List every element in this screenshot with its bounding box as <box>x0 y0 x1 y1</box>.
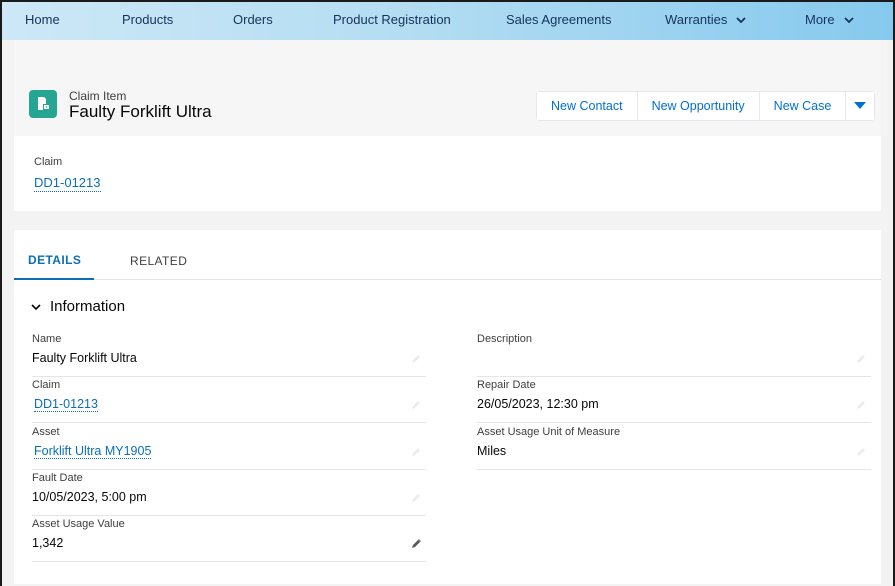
more-actions-button[interactable] <box>846 92 875 120</box>
nav-item-products[interactable]: Products <box>122 12 173 27</box>
section-title: Information <box>50 298 126 315</box>
field-label: Asset <box>32 426 60 438</box>
new-opportunity-button[interactable]: New Opportunity <box>637 92 760 120</box>
field-fault-date: Fault Date 10/05/2023, 5:00 pm <box>32 470 426 516</box>
nav-item-product-registration[interactable]: Product Registration <box>333 12 451 27</box>
field-value: 10/05/2023, 5:00 pm <box>32 490 147 504</box>
field-repair-date: Repair Date 26/05/2023, 12:30 pm <box>477 377 871 423</box>
nav-item-label: Home <box>25 12 60 27</box>
field-description: Description <box>477 331 871 377</box>
chevron-down-icon <box>31 303 41 310</box>
top-navigation-bar: Home Products Orders Product Registratio… <box>2 2 893 40</box>
nav-item-label: Products <box>122 12 174 27</box>
information-section-toggle[interactable]: Information <box>30 298 125 315</box>
nav-item-label: Sales Agreements <box>506 12 612 27</box>
pencil-icon[interactable] <box>855 353 867 365</box>
field-label: Claim <box>32 379 61 391</box>
field-value: Miles <box>477 444 507 458</box>
action-button-group: New Contact New Opportunity New Case <box>536 91 876 121</box>
field-label: Description <box>477 333 533 345</box>
claim-item-icon <box>29 90 57 118</box>
nav-item-label: Warranties <box>665 12 728 27</box>
nav-item-label: Product Registration <box>333 12 451 27</box>
field-value: 26/05/2023, 12:30 pm <box>477 397 599 411</box>
tab-related[interactable]: RELATED <box>130 242 187 280</box>
pencil-icon[interactable] <box>410 492 422 504</box>
new-case-button[interactable]: New Case <box>759 92 847 120</box>
tab-details[interactable]: DETAILS <box>14 242 94 280</box>
pencil-icon[interactable] <box>410 446 422 458</box>
chevron-down-icon <box>736 16 747 23</box>
pencil-icon[interactable] <box>410 353 422 365</box>
caret-down-icon <box>854 102 867 109</box>
nav-item-warranties[interactable]: Warranties <box>665 12 747 27</box>
field-asset-usage-value: Asset Usage Value 1,342 <box>32 516 426 562</box>
nav-item-orders[interactable]: Orders <box>233 12 273 27</box>
nav-item-more[interactable]: More <box>805 12 855 27</box>
nav-item-label: Orders <box>233 12 273 27</box>
asset-link[interactable]: Forklift Ultra MY1905 <box>34 444 152 459</box>
record-title: Faulty Forklift Ultra <box>69 102 212 121</box>
pencil-icon[interactable] <box>855 446 867 458</box>
nav-item-home[interactable]: Home <box>25 12 60 27</box>
nav-item-sales-agreements[interactable]: Sales Agreements <box>506 12 612 27</box>
chevron-down-icon <box>843 16 854 23</box>
nav-item-label: More <box>805 12 835 27</box>
pencil-icon[interactable] <box>410 538 422 550</box>
pencil-icon[interactable] <box>410 399 422 411</box>
record-tabs: DETAILS RELATED <box>14 242 881 280</box>
field-claim: Claim DD1-01213 <box>32 377 426 423</box>
pencil-icon[interactable] <box>855 399 867 411</box>
claim-link[interactable]: DD1-01213 <box>34 397 98 412</box>
highlights-panel <box>14 136 881 211</box>
field-value: Faulty Forklift Ultra <box>32 351 137 365</box>
field-value: 1,342 <box>32 536 64 550</box>
field-label: Repair Date <box>477 379 536 391</box>
field-label: Name <box>32 333 62 345</box>
object-type-label: Claim Item <box>69 89 127 103</box>
field-label: Fault Date <box>32 472 83 484</box>
highlights-claim-link[interactable]: DD1-01213 <box>34 175 101 192</box>
new-contact-button[interactable]: New Contact <box>537 92 638 120</box>
field-asset: Asset Forklift Ultra MY1905 <box>32 424 426 470</box>
field-name: Name Faulty Forklift Ultra <box>32 331 426 377</box>
field-label: Asset Usage Value <box>32 518 125 530</box>
field-label: Asset Usage Unit of Measure <box>477 426 621 438</box>
highlights-claim-label: Claim <box>34 156 63 168</box>
field-asset-usage-unit: Asset Usage Unit of Measure Miles <box>477 424 871 470</box>
